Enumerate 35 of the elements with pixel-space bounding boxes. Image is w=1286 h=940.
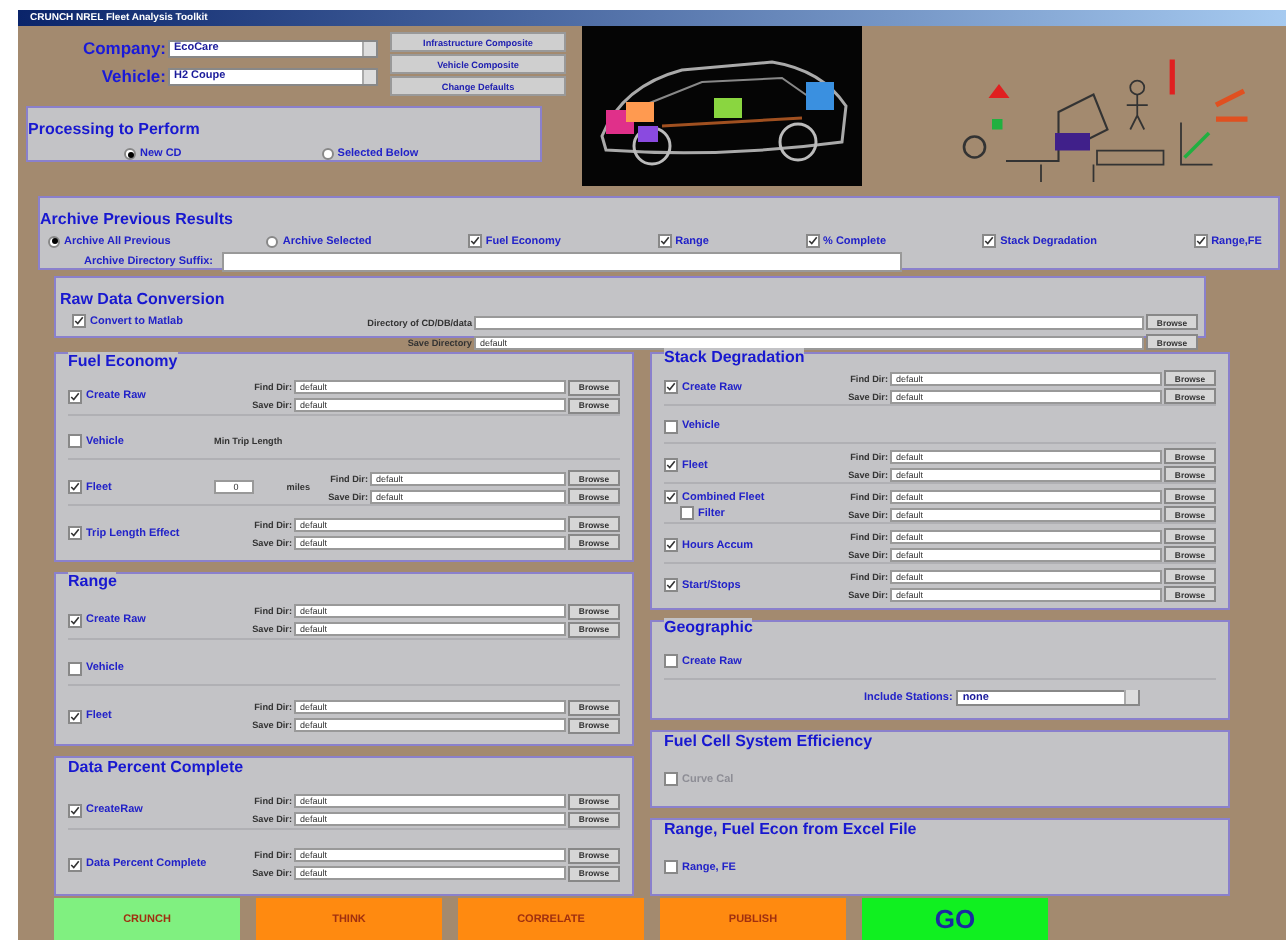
group-title: Data Percent Complete xyxy=(68,758,244,777)
field-label: Company: xyxy=(80,38,166,58)
group-title: Range xyxy=(68,572,117,591)
check-icon xyxy=(70,528,80,539)
group-title: Range, Fuel Econ from Excel File xyxy=(664,819,917,837)
group-title: Fuel Economy xyxy=(68,351,178,370)
group-title: Archive Previous Results xyxy=(40,210,233,228)
group-title: Geographic xyxy=(664,618,753,637)
check-icon xyxy=(469,236,480,246)
check-icon xyxy=(70,805,80,816)
check-icon xyxy=(666,580,676,590)
check-icon xyxy=(666,460,676,470)
radio-button[interactable] xyxy=(48,235,60,247)
check-icon xyxy=(70,711,80,722)
check-icon xyxy=(659,236,670,246)
field-label: Vehicle: xyxy=(99,66,166,86)
group-title: Fuel Cell System Efficiency xyxy=(664,731,873,749)
check-icon xyxy=(666,540,676,550)
check-icon xyxy=(70,391,80,402)
check-icon xyxy=(1195,236,1206,246)
radio-button[interactable] xyxy=(266,235,279,247)
check-icon xyxy=(70,482,80,493)
group-title: Raw Data Conversion xyxy=(60,290,225,308)
check-icon xyxy=(666,382,676,392)
input-field[interactable] xyxy=(474,315,1144,329)
group-title: Stack Degradation xyxy=(664,348,805,366)
check-icon xyxy=(70,615,80,626)
check-icon xyxy=(984,236,995,246)
action-button[interactable]: GO xyxy=(862,898,1048,940)
input-field[interactable] xyxy=(221,252,901,272)
check-icon xyxy=(74,316,84,326)
check-icon xyxy=(70,859,80,870)
check-icon xyxy=(807,236,818,246)
check-icon xyxy=(666,492,676,502)
group-title: Processing to Perform xyxy=(28,120,200,138)
